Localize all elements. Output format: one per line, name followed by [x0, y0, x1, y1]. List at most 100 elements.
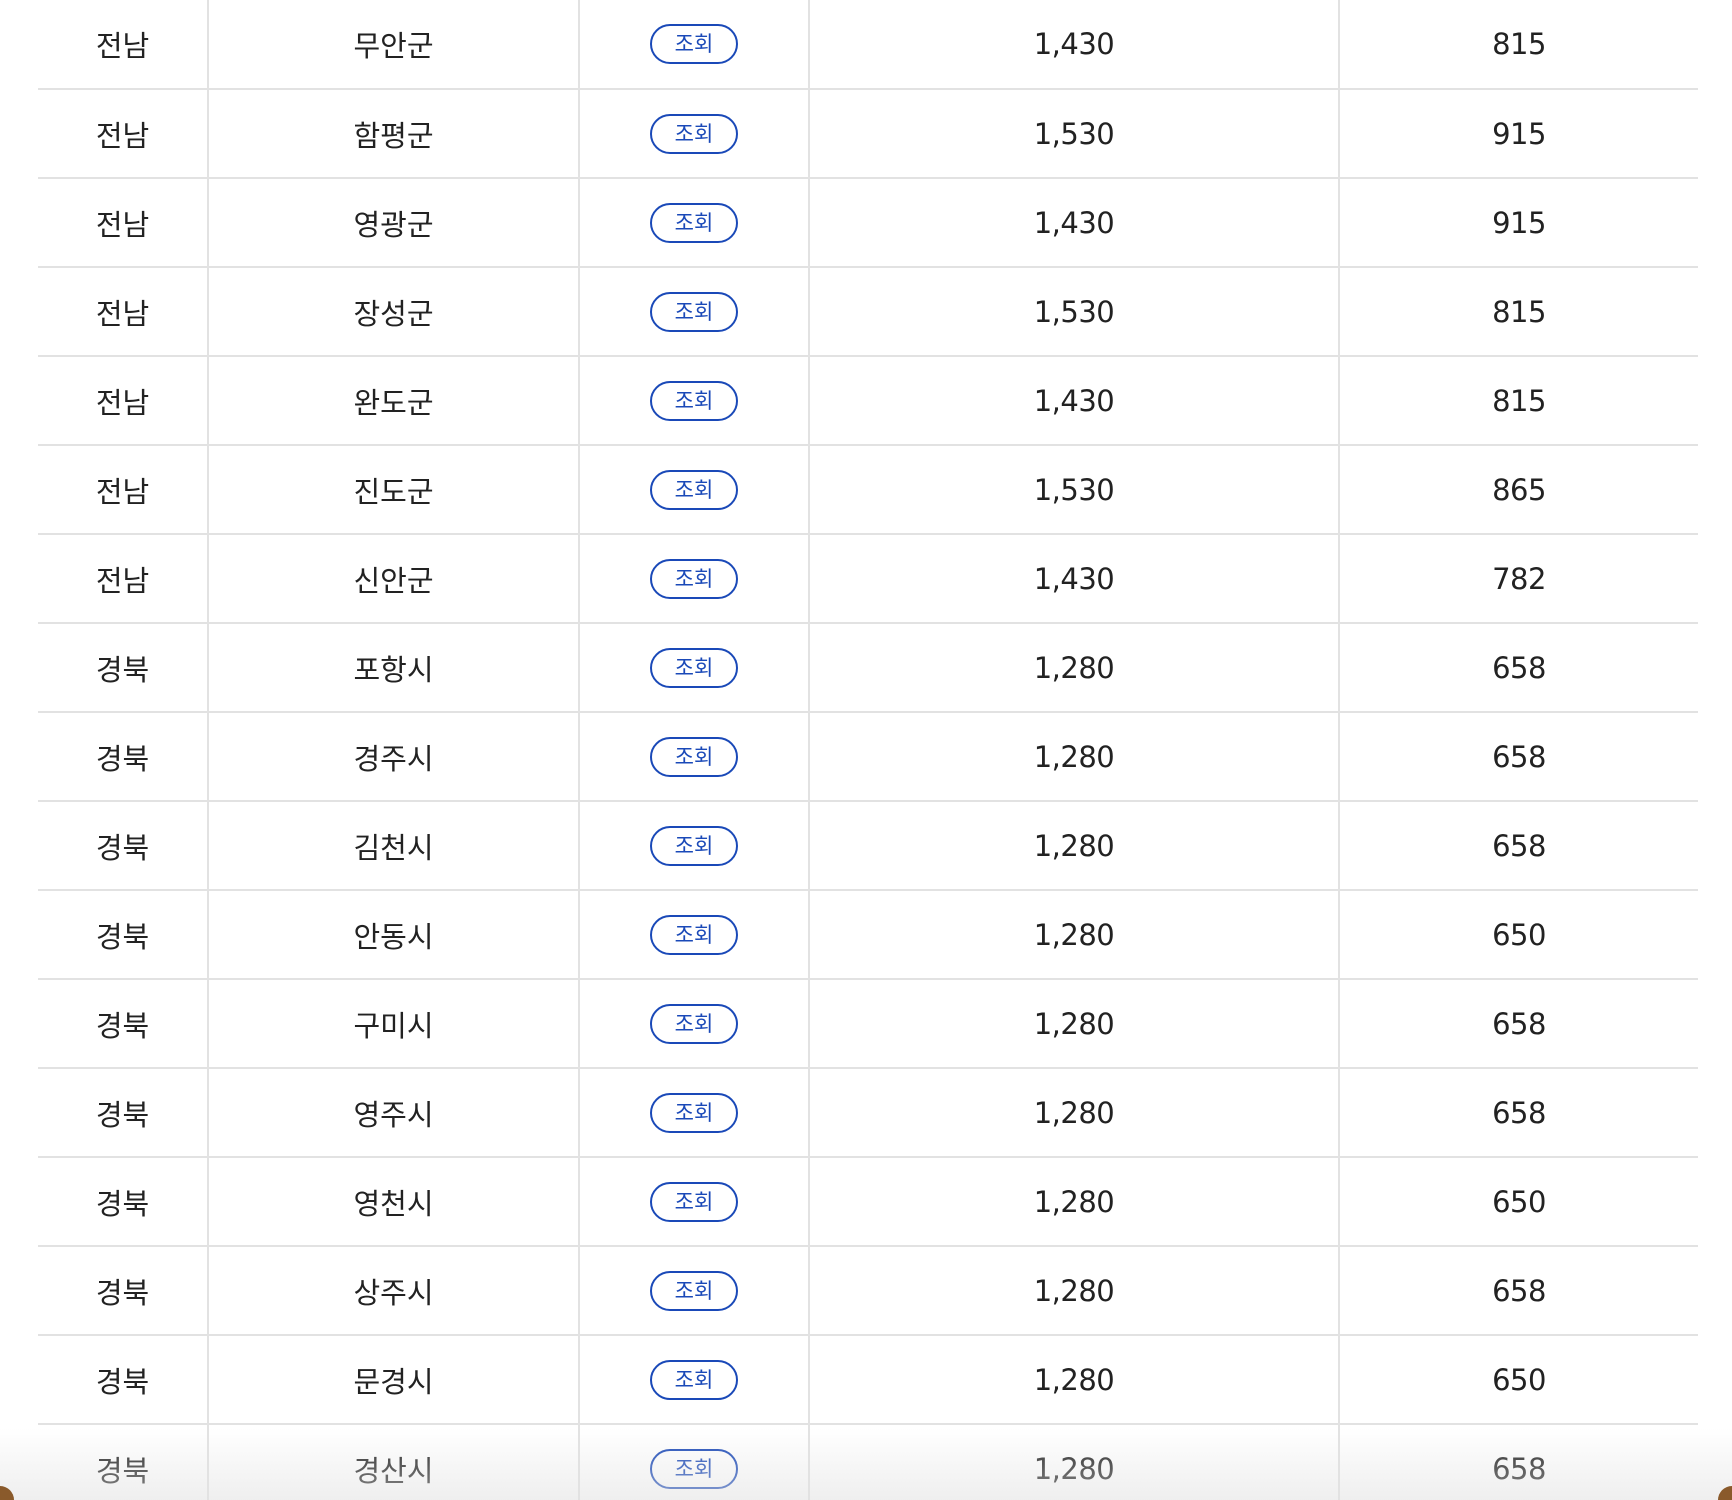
value1-cell: 1,280 — [809, 1068, 1340, 1158]
view-cell: 조회 — [579, 979, 810, 1069]
view-button[interactable]: 조회 — [650, 558, 738, 599]
value2-cell: 658 — [1339, 801, 1698, 891]
region-cell: 경북 — [38, 1068, 209, 1158]
region-cell: 경북 — [38, 979, 209, 1069]
region-cell: 전남 — [38, 267, 209, 357]
district-cell: 구미시 — [208, 979, 580, 1069]
district-cell: 영광군 — [208, 178, 580, 268]
view-cell: 조회 — [579, 1424, 810, 1500]
value2-cell: 658 — [1339, 712, 1698, 802]
value1-cell: 1,280 — [809, 801, 1340, 891]
view-button[interactable]: 조회 — [650, 736, 738, 777]
value1-cell: 1,280 — [809, 890, 1340, 980]
view-cell: 조회 — [579, 89, 810, 179]
view-button[interactable]: 조회 — [650, 380, 738, 421]
view-button[interactable]: 조회 — [650, 647, 738, 688]
value1-cell: 1,530 — [809, 445, 1340, 535]
region-cell: 전남 — [38, 534, 209, 624]
view-cell: 조회 — [579, 0, 810, 90]
view-button[interactable]: 조회 — [650, 914, 738, 955]
table-row: 경북 문경시 조회 1,280 650 — [38, 1335, 1698, 1425]
region-cell: 전남 — [38, 89, 209, 179]
value2-cell: 658 — [1339, 1246, 1698, 1336]
district-cell: 완도군 — [208, 356, 580, 446]
view-button[interactable]: 조회 — [650, 113, 738, 154]
region-cell: 경북 — [38, 890, 209, 980]
value2-cell: 915 — [1339, 178, 1698, 268]
region-cell: 전남 — [38, 356, 209, 446]
table-row: 경북 김천시 조회 1,280 658 — [38, 801, 1698, 891]
view-button[interactable]: 조회 — [650, 1359, 738, 1400]
district-cell: 경산시 — [208, 1424, 580, 1500]
view-cell: 조회 — [579, 1157, 810, 1247]
view-cell: 조회 — [579, 534, 810, 624]
view-button[interactable]: 조회 — [650, 1270, 738, 1311]
window-corner-right — [1718, 1486, 1732, 1500]
value1-cell: 1,280 — [809, 1335, 1340, 1425]
view-cell: 조회 — [579, 801, 810, 891]
value2-cell: 658 — [1339, 1068, 1698, 1158]
district-cell: 경주시 — [208, 712, 580, 802]
view-button[interactable]: 조회 — [650, 469, 738, 510]
view-button[interactable]: 조회 — [650, 1092, 738, 1133]
table-row: 경북 안동시 조회 1,280 650 — [38, 890, 1698, 980]
value2-cell: 650 — [1339, 1157, 1698, 1247]
district-cell: 영천시 — [208, 1157, 580, 1247]
table-row: 경북 영천시 조회 1,280 650 — [38, 1157, 1698, 1247]
table-row: 전남 영광군 조회 1,430 915 — [38, 178, 1698, 268]
view-cell: 조회 — [579, 1068, 810, 1158]
district-cell: 문경시 — [208, 1335, 580, 1425]
view-button[interactable]: 조회 — [650, 1448, 738, 1489]
value2-cell: 658 — [1339, 1424, 1698, 1500]
value2-cell: 782 — [1339, 534, 1698, 624]
region-cell: 경북 — [38, 1157, 209, 1247]
table-row: 경북 상주시 조회 1,280 658 — [38, 1246, 1698, 1336]
table-row: 경북 포항시 조회 1,280 658 — [38, 623, 1698, 713]
view-button[interactable]: 조회 — [650, 291, 738, 332]
value1-cell: 1,430 — [809, 534, 1340, 624]
view-button[interactable]: 조회 — [650, 24, 738, 64]
view-button[interactable]: 조회 — [650, 1003, 738, 1044]
region-cell: 전남 — [38, 178, 209, 268]
table-row: 경북 경산시 조회 1,280 658 — [38, 1424, 1698, 1500]
value1-cell: 1,280 — [809, 1157, 1340, 1247]
table-row: 경북 경주시 조회 1,280 658 — [38, 712, 1698, 802]
value1-cell: 1,430 — [809, 178, 1340, 268]
region-cell: 전남 — [38, 445, 209, 535]
value1-cell: 1,280 — [809, 979, 1340, 1069]
value2-cell: 650 — [1339, 1335, 1698, 1425]
value1-cell: 1,430 — [809, 0, 1340, 90]
value1-cell: 1,280 — [809, 1246, 1340, 1336]
district-cell: 상주시 — [208, 1246, 580, 1336]
district-cell: 무안군 — [208, 0, 580, 90]
table-row: 전남 완도군 조회 1,430 815 — [38, 356, 1698, 446]
value1-cell: 1,430 — [809, 356, 1340, 446]
region-cell: 전남 — [38, 0, 209, 90]
district-cell: 안동시 — [208, 890, 580, 980]
value2-cell: 915 — [1339, 89, 1698, 179]
view-cell: 조회 — [579, 1335, 810, 1425]
view-cell: 조회 — [579, 178, 810, 268]
view-button[interactable]: 조회 — [650, 1181, 738, 1222]
value1-cell: 1,280 — [809, 1424, 1340, 1500]
value1-cell: 1,530 — [809, 89, 1340, 179]
value2-cell: 658 — [1339, 623, 1698, 713]
region-cell: 경북 — [38, 712, 209, 802]
table-row: 경북 영주시 조회 1,280 658 — [38, 1068, 1698, 1158]
view-button[interactable]: 조회 — [650, 202, 738, 243]
value2-cell: 815 — [1339, 267, 1698, 357]
region-cell: 경북 — [38, 801, 209, 891]
district-cell: 신안군 — [208, 534, 580, 624]
view-cell: 조회 — [579, 623, 810, 713]
view-cell: 조회 — [579, 712, 810, 802]
value1-cell: 1,280 — [809, 712, 1340, 802]
view-cell: 조회 — [579, 890, 810, 980]
region-cell: 경북 — [38, 1246, 209, 1336]
view-button[interactable]: 조회 — [650, 825, 738, 866]
district-cell: 함평군 — [208, 89, 580, 179]
value2-cell: 650 — [1339, 890, 1698, 980]
table-row: 전남 함평군 조회 1,530 915 — [38, 89, 1698, 179]
district-cell: 진도군 — [208, 445, 580, 535]
region-cell: 경북 — [38, 623, 209, 713]
window-corner-left — [0, 1486, 14, 1500]
